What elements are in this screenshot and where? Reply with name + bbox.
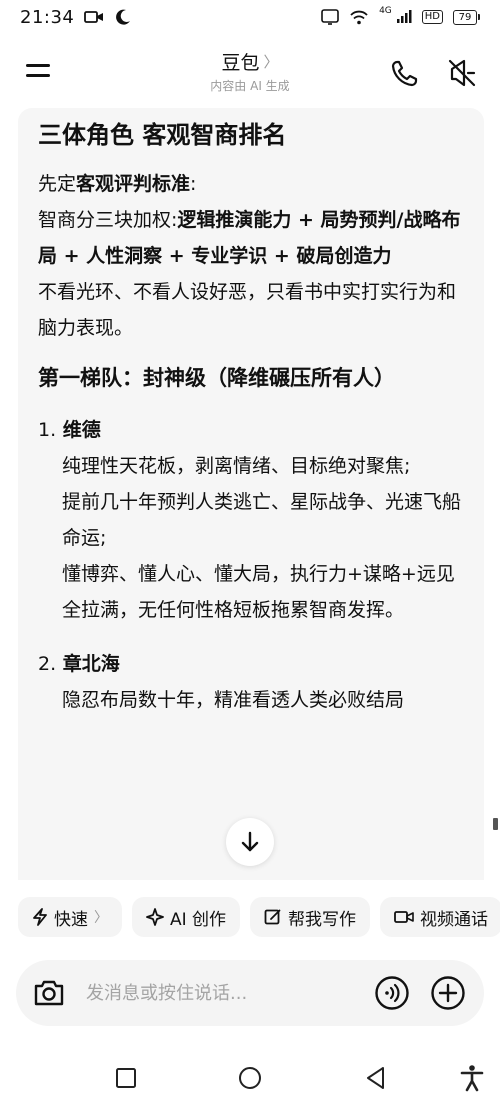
circle-icon (239, 1067, 261, 1089)
item-number: 1. (38, 419, 57, 441)
principle-line: 不看光环、不看人设好恶，只看书中实打实行为和脑力表现。 (38, 281, 457, 339)
battery-level: 79 (453, 9, 477, 25)
status-bar: 21:34 4G HD 79 (0, 0, 500, 34)
item-line: 提前几十年预判人类逃亡、星际战争、光速飞船命运; (62, 491, 462, 549)
phone-icon (391, 60, 418, 87)
item-name: 章北海 (62, 653, 120, 675)
item-name: 维德 (62, 419, 101, 441)
criteria-line: 智商分三块加权:逻辑推演能力 + 局势预判/战略布局 + 人性洞察 + 专业学识… (38, 202, 470, 274)
more-options-button[interactable] (430, 975, 466, 1011)
list-item: 1. 维德 纯理性天花板，剥离情绪、目标绝对聚焦; 提前几十年预判人类逃亡、星际… (38, 412, 470, 628)
item-number: 2. (38, 653, 57, 675)
bot-name: 豆包 (221, 52, 260, 74)
back-button[interactable] (362, 1064, 390, 1092)
message-content: 三体角色 客观智商排名 先定客观评判标准: 智商分三块加权:逻辑推演能力 + 局… (38, 118, 470, 736)
intro-line: 先定客观评判标准: (38, 166, 470, 202)
list-item: 2. 章北海 隐忍布局数十年，精准看透人类必败结局 (38, 646, 470, 718)
item-body: 纯理性天花板，剥离情绪、目标绝对聚焦; 提前几十年预判人类逃亡、星际战争、光速飞… (38, 448, 470, 628)
item-title: 2. 章北海 (38, 646, 470, 682)
status-left: 21:34 (20, 7, 132, 28)
square-icon (116, 1068, 136, 1088)
scroll-to-bottom-button[interactable] (226, 818, 274, 866)
header-center: 豆包 〉 内容由 AI 生成 (150, 48, 350, 94)
arrow-down-icon (241, 831, 259, 852)
accessibility-button[interactable] (458, 1064, 486, 1092)
chat-scroll-area[interactable]: 三体角色 客观智商排名 先定客观评判标准: 智商分三块加权:逻辑推演能力 + 局… (18, 108, 484, 880)
intro-prefix: 先定 (38, 173, 77, 195)
chip-label: 快速 (54, 909, 88, 930)
sparkle-icon (146, 908, 164, 926)
camera-icon (34, 980, 64, 1006)
bot-title-button[interactable]: 豆包 〉 (221, 48, 278, 75)
tier1-heading: 第一梯队：封神级（降维碾压所有人） (38, 366, 395, 390)
chip-video-call[interactable]: 视频通话 (380, 897, 500, 937)
mute-voice-button[interactable] (446, 57, 478, 89)
edit-icon (264, 909, 281, 925)
chevron-right-icon: 〉 (94, 910, 108, 926)
item-line: 纯理性天花板，剥离情绪、目标绝对聚焦; (62, 455, 411, 477)
chip-write[interactable]: 帮我写作 (250, 897, 371, 937)
phone-call-button[interactable] (388, 58, 420, 90)
menu-line-bottom (26, 74, 50, 77)
accessibility-icon (460, 1065, 484, 1092)
moon-icon (114, 8, 132, 26)
message-input[interactable] (86, 973, 356, 1013)
voice-input-button[interactable] (374, 975, 410, 1011)
item-line: 懂博弈、懂人心、懂大局，执行力+谋略+远见全拉满，无任何性格短板拖累智商发挥。 (62, 563, 455, 621)
intro-suffix: : (190, 173, 197, 195)
voice-wave-icon (375, 976, 409, 1010)
hd-badge: HD (421, 10, 443, 24)
menu-button[interactable] (24, 56, 54, 84)
speaker-mute-icon (448, 59, 476, 87)
wifi-icon (349, 10, 369, 25)
item-body: 隐忍布局数十年，精准看透人类必败结局 (38, 682, 470, 718)
menu-line-top (26, 64, 50, 67)
lightning-icon (33, 908, 47, 926)
network-type: 4G (379, 6, 392, 16)
home-button[interactable] (236, 1064, 264, 1092)
chat-header: 豆包 〉 内容由 AI 生成 (0, 34, 500, 108)
recent-apps-button[interactable] (112, 1064, 140, 1092)
chevron-right-icon: 〉 (263, 53, 279, 71)
criteria-prefix: 智商分三块加权: (38, 209, 178, 231)
status-right: 4G HD 79 (321, 6, 480, 25)
battery-icon: 79 (453, 9, 480, 25)
chip-ai-create[interactable]: AI 创作 (132, 897, 241, 937)
triangle-back-icon (367, 1067, 384, 1089)
plus-icon (431, 976, 465, 1010)
status-time: 21:34 (20, 6, 75, 28)
item-title: 1. 维德 (38, 412, 470, 448)
chip-label: 视频通话 (420, 909, 489, 930)
scrollbar-handle[interactable] (493, 818, 498, 830)
signal-icon (396, 10, 412, 24)
intro-bold: 客观评判标准 (76, 173, 191, 195)
video-icon (394, 911, 414, 923)
battery-tip (478, 14, 480, 20)
system-nav-bar (0, 1046, 500, 1108)
cast-icon (321, 9, 339, 25)
chip-quick-mode[interactable]: 快速 〉 (18, 897, 122, 937)
item-line: 隐忍布局数十年，精准看透人类必败结局 (62, 689, 405, 711)
screen-record-icon (84, 10, 104, 24)
quick-actions: 快速 〉 AI 创作 帮我写作 视频通话 (0, 892, 500, 942)
ai-disclaimer: 内容由 AI 生成 (210, 79, 290, 93)
chip-label: 帮我写作 (288, 909, 357, 930)
camera-button[interactable] (32, 977, 66, 1009)
message-heading: 三体角色 客观智商排名 (38, 121, 287, 149)
message-input-bar (16, 960, 484, 1026)
chip-label: AI 创作 (170, 909, 227, 930)
